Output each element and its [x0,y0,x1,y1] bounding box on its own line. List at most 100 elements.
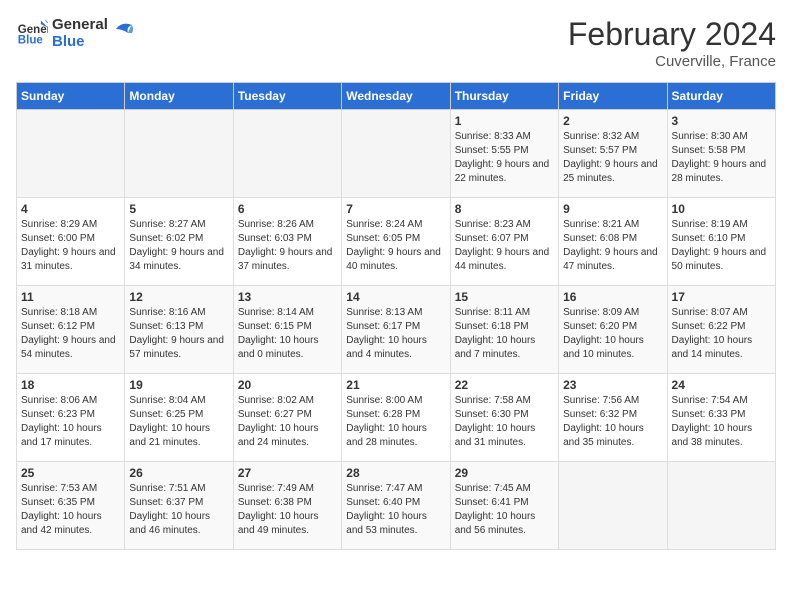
day-number: 26 [129,466,228,480]
day-info: Sunrise: 8:27 AM Sunset: 6:02 PM Dayligh… [129,218,228,274]
calendar-cell: 21 Sunrise: 8:00 AM Sunset: 6:28 PM Dayli… [342,374,450,462]
calendar-cell: 1 Sunrise: 8:33 AM Sunset: 5:55 PM Daylig… [450,110,558,198]
calendar-cell: 4 Sunrise: 8:29 AM Sunset: 6:00 PM Daylig… [17,198,125,286]
day-number: 19 [129,378,228,392]
day-number: 1 [455,114,554,128]
calendar-cell: 22Sunrise: 7:58 AM Sunset: 6:30 PM Dayli… [450,374,558,462]
calendar-cell: 14 Sunrise: 8:13 AM Sunset: 6:17 PM Dayli… [342,286,450,374]
day-info: Sunrise: 8:16 AM Sunset: 6:13 PM Dayligh… [129,306,228,362]
day-number: 8 [455,202,554,216]
day-info: Sunrise: 8:30 AM Sunset: 5:58 PM Dayligh… [672,130,771,186]
weekday-header: Thursday [450,83,558,110]
day-number: 9 [563,202,662,216]
day-info: Sunrise: 8:23 AM Sunset: 6:07 PM Dayligh… [455,218,554,274]
day-number: 13 [238,290,337,304]
day-number: 27 [238,466,337,480]
day-number: 6 [238,202,337,216]
calendar-cell: 6Sunrise: 8:26 AM Sunset: 6:03 PM Daylig… [233,198,341,286]
calendar-cell [667,462,775,550]
day-info: Sunrise: 8:19 AM Sunset: 6:10 PM Dayligh… [672,218,771,274]
day-number: 2 [563,114,662,128]
day-info: Sunrise: 8:09 AM Sunset: 6:20 PM Dayligh… [563,306,662,362]
day-number: 24 [672,378,771,392]
calendar-cell: 5 Sunrise: 8:27 AM Sunset: 6:02 PM Daylig… [125,198,233,286]
calendar-cell [17,110,125,198]
day-number: 11 [21,290,120,304]
calendar-cell: 13 Sunrise: 8:14 AM Sunset: 6:15 PM Dayli… [233,286,341,374]
calendar-cell: 25 Sunrise: 7:53 AM Sunset: 6:35 PM Dayli… [17,462,125,550]
day-info: Sunrise: 8:21 AM Sunset: 6:08 PM Dayligh… [563,218,662,274]
calendar-cell [559,462,667,550]
day-number: 14 [346,290,445,304]
day-info: Sunrise: 8:00 AM Sunset: 6:28 PM Dayligh… [346,394,445,450]
day-number: 23 [563,378,662,392]
day-info: Sunrise: 7:58 AM Sunset: 6:30 PM Dayligh… [455,394,554,450]
title-block: February 2024 Cuverville, France [568,16,776,70]
day-info: Sunrise: 8:13 AM Sunset: 6:17 PM Dayligh… [346,306,445,362]
logo-bird-icon [114,19,134,39]
calendar-cell: 29 Sunrise: 7:45 AM Sunset: 6:41 PM Dayli… [450,462,558,550]
day-info: Sunrise: 8:18 AM Sunset: 6:12 PM Dayligh… [21,306,120,362]
calendar-cell: 17Sunrise: 8:07 AM Sunset: 6:22 PM Dayli… [667,286,775,374]
location-label: Cuverville, France [568,53,776,70]
day-info: Sunrise: 7:47 AM Sunset: 6:40 PM Dayligh… [346,482,445,538]
logo-general: General [52,16,108,33]
weekday-header: Sunday [17,83,125,110]
day-number: 10 [672,202,771,216]
calendar-week-row: 18Sunrise: 8:06 AM Sunset: 6:23 PM Dayli… [17,374,776,462]
day-number: 5 [129,202,228,216]
day-number: 29 [455,466,554,480]
day-number: 3 [672,114,771,128]
day-info: Sunrise: 8:11 AM Sunset: 6:18 PM Dayligh… [455,306,554,362]
svg-text:Blue: Blue [18,35,44,47]
day-info: Sunrise: 8:04 AM Sunset: 6:25 PM Dayligh… [129,394,228,450]
calendar-cell: 15 Sunrise: 8:11 AM Sunset: 6:18 PM Dayli… [450,286,558,374]
calendar-cell: 2Sunrise: 8:32 AM Sunset: 5:57 PM Daylig… [559,110,667,198]
day-number: 21 [346,378,445,392]
calendar-cell [233,110,341,198]
calendar-cell: 16Sunrise: 8:09 AM Sunset: 6:20 PM Dayli… [559,286,667,374]
calendar-cell [342,110,450,198]
day-number: 15 [455,290,554,304]
day-info: Sunrise: 7:53 AM Sunset: 6:35 PM Dayligh… [21,482,120,538]
day-info: Sunrise: 7:45 AM Sunset: 6:41 PM Dayligh… [455,482,554,538]
calendar-header-row: SundayMondayTuesdayWednesdayThursdayFrid… [17,83,776,110]
day-info: Sunrise: 7:49 AM Sunset: 6:38 PM Dayligh… [238,482,337,538]
logo-icon: General Blue [16,17,48,49]
day-number: 4 [21,202,120,216]
month-year-title: February 2024 [568,16,776,53]
weekday-header: Saturday [667,83,775,110]
calendar-cell: 7Sunrise: 8:24 AM Sunset: 6:05 PM Daylig… [342,198,450,286]
day-number: 28 [346,466,445,480]
calendar-cell: 27 Sunrise: 7:49 AM Sunset: 6:38 PM Dayli… [233,462,341,550]
calendar-cell: 20 Sunrise: 8:02 AM Sunset: 6:27 PM Dayli… [233,374,341,462]
day-number: 7 [346,202,445,216]
calendar-cell: 9 Sunrise: 8:21 AM Sunset: 6:08 PM Daylig… [559,198,667,286]
day-info: Sunrise: 8:33 AM Sunset: 5:55 PM Dayligh… [455,130,554,186]
page-header: General Blue General Blue February 2024 … [16,16,776,70]
calendar-cell: 23 Sunrise: 7:56 AM Sunset: 6:32 PM Dayli… [559,374,667,462]
day-info: Sunrise: 7:54 AM Sunset: 6:33 PM Dayligh… [672,394,771,450]
logo: General Blue General Blue [16,16,134,51]
calendar-cell: 8 Sunrise: 8:23 AM Sunset: 6:07 PM Daylig… [450,198,558,286]
weekday-header: Monday [125,83,233,110]
calendar-week-row: 1 Sunrise: 8:33 AM Sunset: 5:55 PM Daylig… [17,110,776,198]
calendar-cell: 19 Sunrise: 8:04 AM Sunset: 6:25 PM Dayli… [125,374,233,462]
calendar-cell: 18Sunrise: 8:06 AM Sunset: 6:23 PM Dayli… [17,374,125,462]
calendar-table: SundayMondayTuesdayWednesdayThursdayFrid… [16,82,776,550]
calendar-cell: 26 Sunrise: 7:51 AM Sunset: 6:37 PM Dayli… [125,462,233,550]
day-info: Sunrise: 8:29 AM Sunset: 6:00 PM Dayligh… [21,218,120,274]
day-number: 25 [21,466,120,480]
calendar-cell: 10 Sunrise: 8:19 AM Sunset: 6:10 PM Dayli… [667,198,775,286]
day-info: Sunrise: 8:02 AM Sunset: 6:27 PM Dayligh… [238,394,337,450]
day-info: Sunrise: 7:51 AM Sunset: 6:37 PM Dayligh… [129,482,228,538]
weekday-header: Tuesday [233,83,341,110]
calendar-week-row: 11 Sunrise: 8:18 AM Sunset: 6:12 PM Dayli… [17,286,776,374]
day-number: 20 [238,378,337,392]
day-info: Sunrise: 7:56 AM Sunset: 6:32 PM Dayligh… [563,394,662,450]
day-info: Sunrise: 8:14 AM Sunset: 6:15 PM Dayligh… [238,306,337,362]
logo-blue: Blue [52,33,108,50]
day-info: Sunrise: 8:07 AM Sunset: 6:22 PM Dayligh… [672,306,771,362]
day-number: 12 [129,290,228,304]
day-number: 18 [21,378,120,392]
